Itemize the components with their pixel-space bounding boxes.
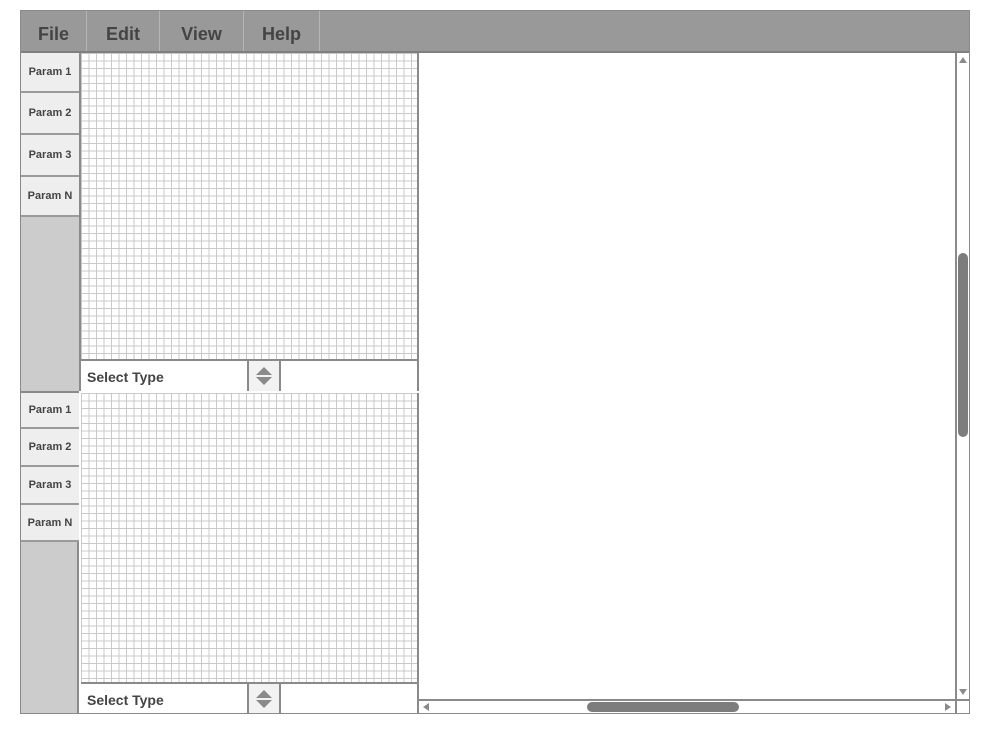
scroll-right-arrow-icon[interactable] bbox=[945, 703, 951, 711]
param-2-button[interactable]: Param 2 bbox=[21, 429, 79, 467]
grid-panel-bottom[interactable] bbox=[81, 393, 419, 682]
param-1-button[interactable]: Param 1 bbox=[21, 53, 79, 93]
horizontal-scrollbar[interactable] bbox=[419, 699, 955, 713]
param-3-button[interactable]: Param 3 bbox=[21, 467, 79, 505]
spin-down-icon[interactable] bbox=[256, 700, 272, 708]
scroll-up-arrow-icon[interactable] bbox=[959, 57, 967, 63]
scroll-left-arrow-icon[interactable] bbox=[423, 703, 429, 711]
param-sidebar-top: Param 1 Param 2 Param 3 Param N bbox=[21, 53, 81, 391]
param-1-button[interactable]: Param 1 bbox=[21, 393, 79, 429]
vertical-scrollbar[interactable] bbox=[955, 53, 969, 699]
up-down-spinner-icon[interactable] bbox=[247, 684, 281, 713]
select-type-label: Select Type bbox=[87, 692, 164, 708]
param-2-button[interactable]: Param 2 bbox=[21, 93, 79, 135]
vertical-scroll-thumb[interactable] bbox=[958, 253, 968, 437]
grid-panel-top[interactable] bbox=[81, 53, 419, 359]
spin-down-icon[interactable] bbox=[256, 377, 272, 385]
param-n-button[interactable]: Param N bbox=[21, 505, 79, 542]
menu-edit[interactable]: Edit bbox=[87, 11, 160, 51]
type-select-bottom[interactable]: Select Type bbox=[81, 682, 419, 713]
main-canvas[interactable] bbox=[419, 53, 955, 699]
scrollbar-corner bbox=[955, 699, 969, 713]
up-down-spinner-icon[interactable] bbox=[247, 361, 281, 391]
app-window: File Edit View Help Param 1 Param 2 Para… bbox=[20, 10, 970, 714]
param-n-button[interactable]: Param N bbox=[21, 177, 79, 217]
scroll-down-arrow-icon[interactable] bbox=[959, 689, 967, 695]
spin-up-icon[interactable] bbox=[256, 690, 272, 698]
horizontal-scroll-thumb[interactable] bbox=[587, 702, 739, 712]
spin-up-icon[interactable] bbox=[256, 367, 272, 375]
param-sidebar-bottom: Param 1 Param 2 Param 3 Param N bbox=[21, 391, 79, 713]
menu-file[interactable]: File bbox=[21, 11, 87, 51]
param-3-button[interactable]: Param 3 bbox=[21, 135, 79, 177]
menu-view[interactable]: View bbox=[160, 11, 244, 51]
select-type-label: Select Type bbox=[87, 369, 164, 385]
menubar: File Edit View Help bbox=[21, 11, 969, 53]
type-select-top[interactable]: Select Type bbox=[81, 359, 419, 391]
menu-help[interactable]: Help bbox=[244, 11, 320, 51]
